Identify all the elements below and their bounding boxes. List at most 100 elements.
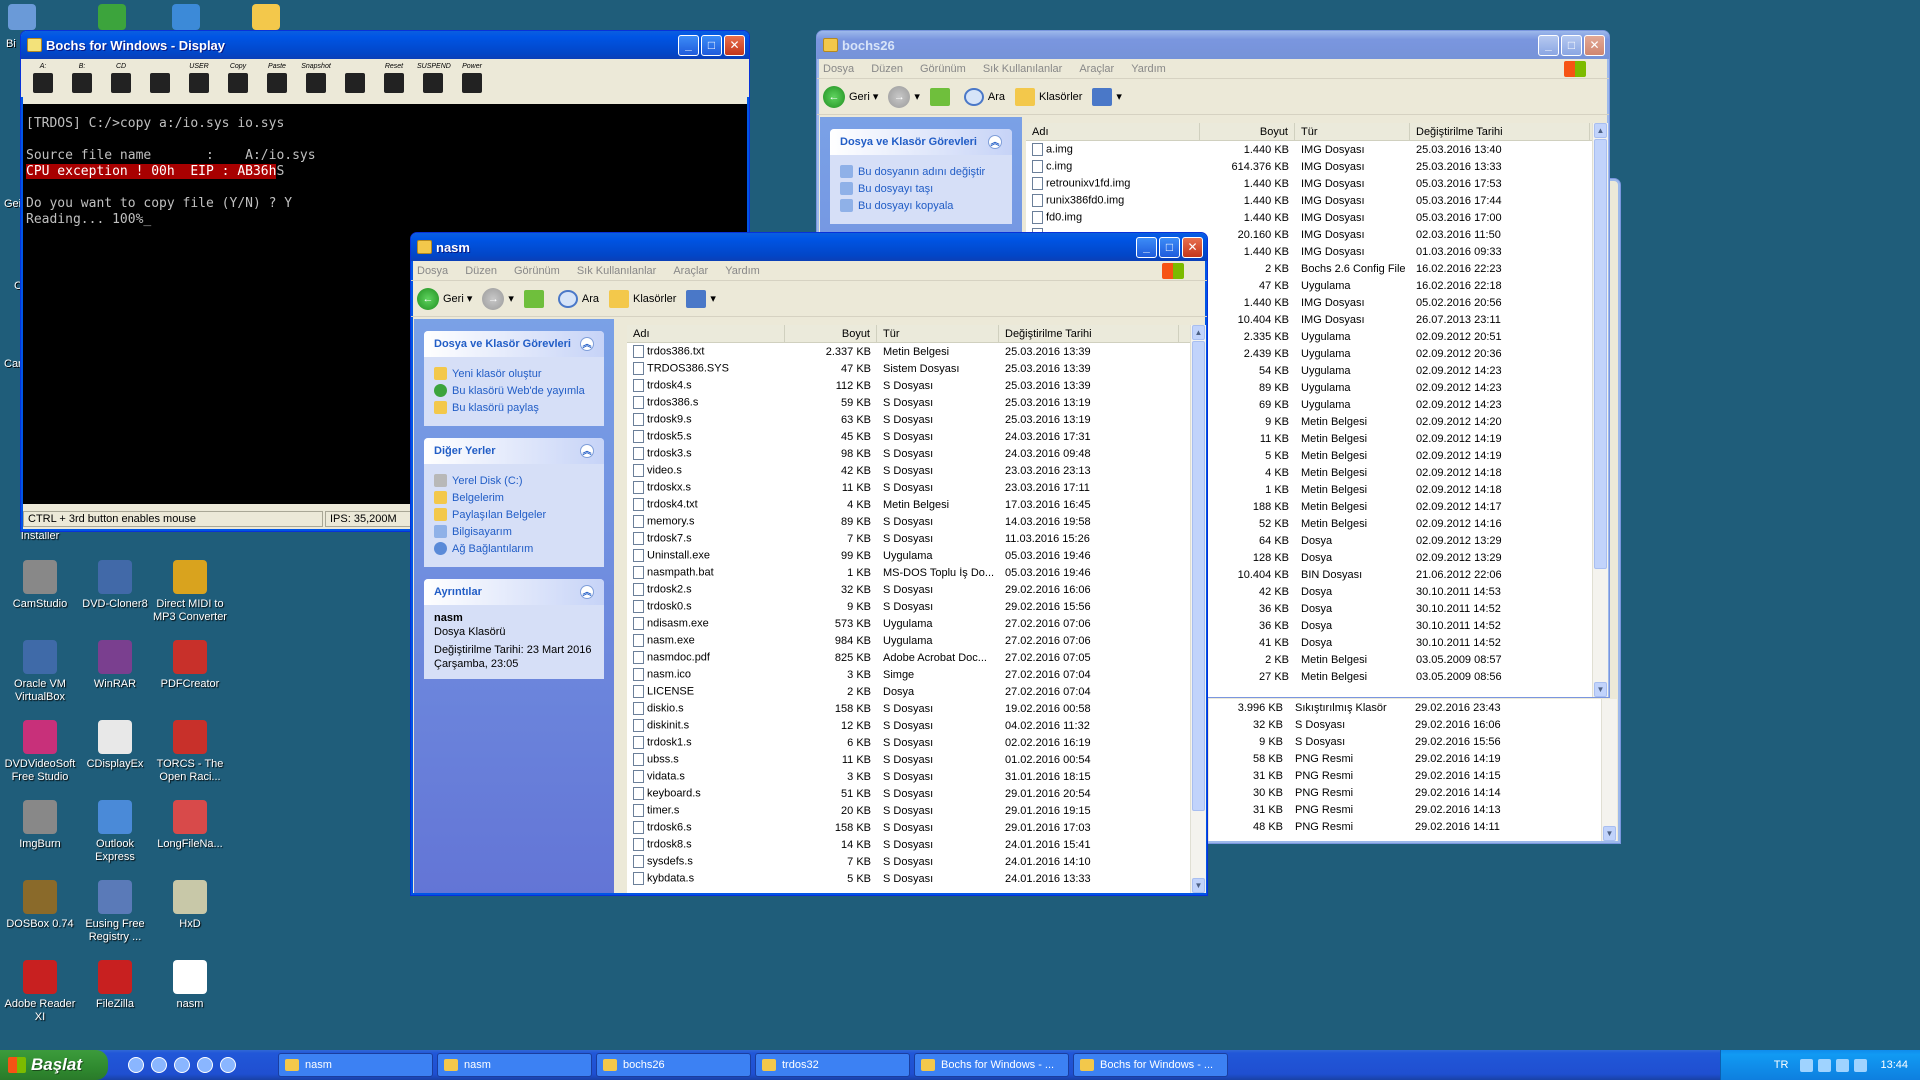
menu-yardim[interactable]: Yardım: [1131, 63, 1166, 75]
file-row[interactable]: sysdefs.s 7 KB S Dosyası 24.01.2016 14:10: [627, 853, 1206, 870]
desktop-icon[interactable]: [172, 4, 200, 30]
menu-duzen[interactable]: Düzen: [465, 265, 497, 277]
file-row[interactable]: trdos386.txt 2.337 KB Metin Belgesi 25.03.2…: [627, 343, 1206, 360]
column-type[interactable]: Tür: [877, 325, 999, 342]
back-button[interactable]: ← Geri ▾: [417, 287, 472, 310]
share-folder-link[interactable]: Bu klasörü paylaş: [434, 401, 594, 414]
menu-araclar[interactable]: Araçlar: [673, 265, 708, 277]
nasm-scrollbar[interactable]: ▲ ▼: [1190, 325, 1206, 893]
tasks-header[interactable]: Dosya ve Klasör Görevleri ︽: [424, 331, 604, 357]
file-row[interactable]: trdosk4.txt 4 KB Metin Belgesi 17.03.2016 1…: [627, 496, 1206, 513]
details-header[interactable]: Ayrıntılar ︽: [424, 579, 604, 605]
file-row[interactable]: retrounixv1fd.img 1.440 KB IMG Dosyası 05.0…: [1026, 175, 1608, 192]
file-row[interactable]: fd0.img 1.440 KB IMG Dosyası 05.03.2016 17:…: [1026, 209, 1608, 226]
bochs-toolbar-button[interactable]: Paste: [261, 63, 293, 93]
search-button[interactable]: Ara: [963, 87, 1005, 106]
desktop-icon[interactable]: [98, 4, 126, 30]
bochs-toolbar-button[interactable]: Copy: [222, 63, 254, 93]
scroll-thumb[interactable]: [1192, 341, 1205, 811]
collapse-icon[interactable]: ︽: [580, 444, 594, 458]
menu-araclar[interactable]: Araçlar: [1079, 63, 1114, 75]
start-button[interactable]: Başlat: [0, 1050, 108, 1080]
desktop-icon[interactable]: PDFCreator: [150, 640, 230, 691]
folders-button[interactable]: Klasörler: [609, 289, 676, 308]
file-row[interactable]: 32 KB S Dosyası 29.02.2016 16:06: [1209, 716, 1617, 733]
taskbar-button[interactable]: Bochs for Windows - ...: [914, 1053, 1069, 1077]
shared-documents-link[interactable]: Paylaşılan Belgeler: [434, 508, 594, 521]
collapse-icon[interactable]: ︽: [580, 337, 594, 351]
bochs-toolbar-button[interactable]: Snapshot: [300, 63, 332, 93]
file-row[interactable]: nasmpath.bat 1 KB MS-DOS Toplu İş Do... 05.…: [627, 564, 1206, 581]
desktop-icon[interactable]: [252, 4, 280, 30]
taskbar-button[interactable]: nasm: [437, 1053, 592, 1077]
file-row[interactable]: trdoskx.s 11 KB S Dosyası 23.03.2016 17:11: [627, 479, 1206, 496]
file-row[interactable]: runix386fd0.img 1.440 KB IMG Dosyası 05.03.…: [1026, 192, 1608, 209]
file-row[interactable]: memory.s 89 KB S Dosyası 14.03.2016 19:58: [627, 513, 1206, 530]
file-row[interactable]: Uninstall.exe 99 KB Uygulama 05.03.2016 19:…: [627, 547, 1206, 564]
file-row[interactable]: 48 KB PNG Resmi 29.02.2016 14:11: [1209, 818, 1617, 835]
file-row[interactable]: 58 KB PNG Resmi 29.02.2016 14:19: [1209, 750, 1617, 767]
file-row[interactable]: trdosk5.s 45 KB S Dosyası 24.03.2016 17:31: [627, 428, 1206, 445]
desktop-icon[interactable]: CamStudio: [0, 560, 80, 611]
taskbar-button[interactable]: Bochs for Windows - ...: [1073, 1053, 1228, 1077]
file-row[interactable]: 9 KB S Dosyası 29.02.2016 15:56: [1209, 733, 1617, 750]
menu-sik-kullanilanlar[interactable]: Sık Kullanılanlar: [983, 63, 1063, 75]
volume-tray-icon[interactable]: [1818, 1058, 1832, 1072]
file-row[interactable]: trdosk8.s 14 KB S Dosyası 24.01.2016 15:41: [627, 836, 1206, 853]
bochs-titlebar[interactable]: Bochs for Windows - Display _ □ ✕: [21, 31, 749, 59]
scroll-down-icon[interactable]: ▼: [1594, 682, 1607, 697]
maximize-button[interactable]: □: [701, 34, 722, 56]
bochs-toolbar-button[interactable]: Reset: [378, 63, 410, 93]
my-computer-link[interactable]: Bilgisayarım: [434, 525, 594, 538]
desktop-icon[interactable]: LongFileNa...: [150, 800, 230, 851]
desktop-icon[interactable]: WinRAR: [75, 640, 155, 691]
menu-gorunum[interactable]: Görünüm: [514, 265, 560, 277]
back-button[interactable]: ← Geri ▾: [823, 85, 878, 108]
file-row[interactable]: diskinit.s 12 KB S Dosyası 04.02.2016 11:32: [627, 717, 1206, 734]
file-row[interactable]: nasm.ico 3 KB Simge 27.02.2016 07:04: [627, 666, 1206, 683]
column-modified[interactable]: Değiştirilme Tarihi: [1410, 123, 1590, 140]
desktop-icon[interactable]: FileZilla: [75, 960, 155, 1011]
file-row[interactable]: nasmdoc.pdf 825 KB Adobe Acrobat Doc... 27.…: [627, 649, 1206, 666]
network-places-link[interactable]: Ağ Bağlantılarım: [434, 542, 594, 555]
forward-button[interactable]: → ▾: [888, 85, 920, 108]
file-row[interactable]: trdosk9.s 63 KB S Dosyası 25.03.2016 13:19: [627, 411, 1206, 428]
scroll-up-icon[interactable]: ▲: [1192, 325, 1205, 340]
desktop-icon[interactable]: DOSBox 0.74: [0, 880, 80, 931]
desktop-icon[interactable]: TORCS - The Open Raci...: [150, 720, 230, 784]
file-row[interactable]: trdosk0.s 9 KB S Dosyası 29.02.2016 15:56: [627, 598, 1206, 615]
file-row[interactable]: a.img 1.440 KB IMG Dosyası 25.03.2016 13:40: [1026, 141, 1608, 158]
nasm-titlebar[interactable]: nasm _ □ ✕: [411, 233, 1207, 261]
desktop-icon[interactable]: DVDVideoSoft Free Studio: [0, 720, 80, 784]
desktop-icon[interactable]: Eusing Free Registry ...: [75, 880, 155, 944]
bochs-toolbar-button[interactable]: [144, 63, 176, 93]
file-row[interactable]: keyboard.s 51 KB S Dosyası 29.01.2016 20:54: [627, 785, 1206, 802]
show-desktop-icon[interactable]: [174, 1057, 190, 1073]
bochs-toolbar-button[interactable]: Power: [456, 63, 488, 93]
search-button[interactable]: Ara: [557, 289, 599, 308]
desktop-icon[interactable]: [8, 4, 36, 30]
taskbar-button[interactable]: nasm: [278, 1053, 433, 1077]
file-row[interactable]: 3.996 KB Sıkıştırılmış Klasör 29.02.2016 2…: [1209, 699, 1617, 716]
file-row[interactable]: trdosk1.s 6 KB S Dosyası 02.02.2016 16:19: [627, 734, 1206, 751]
column-type[interactable]: Tür: [1295, 123, 1410, 140]
file-row[interactable]: TRDOS386.SYS 47 KB Sistem Dosyası 25.03.201…: [627, 360, 1206, 377]
move-file-link[interactable]: Bu dosyayı taşı: [840, 182, 1002, 195]
bochs-toolbar-button[interactable]: [339, 63, 371, 93]
my-documents-link[interactable]: Belgelerim: [434, 491, 594, 504]
file-row[interactable]: LICENSE 2 KB Dosya 27.02.2016 07:04: [627, 683, 1206, 700]
maximize-button[interactable]: □: [1561, 34, 1582, 56]
file-row[interactable]: 30 KB PNG Resmi 29.02.2016 14:14: [1209, 784, 1617, 801]
desktop-icon[interactable]: Oracle VM VirtualBox: [0, 640, 80, 704]
file-row[interactable]: trdosk6.s 158 KB S Dosyası 29.01.2016 17:03: [627, 819, 1206, 836]
desktop-icon[interactable]: Direct MIDI to MP3 Converter: [150, 560, 230, 624]
desktop-icon[interactable]: Outlook Express: [75, 800, 155, 864]
file-row[interactable]: trdosk7.s 7 KB S Dosyası 11.03.2016 15:26: [627, 530, 1206, 547]
column-name[interactable]: Adı: [627, 325, 785, 342]
tasks-header[interactable]: Dosya ve Klasör Görevleri ︽: [830, 129, 1012, 155]
collapse-icon[interactable]: ︽: [580, 585, 594, 599]
column-size[interactable]: Boyut: [785, 325, 877, 342]
trdos32-file-list[interactable]: 3.996 KB Sıkıştırılmış Klasör 29.02.2016 2…: [1209, 699, 1617, 841]
desktop-icon[interactable]: HxD: [150, 880, 230, 931]
file-row[interactable]: vidata.s 3 KB S Dosyası 31.01.2016 18:15: [627, 768, 1206, 785]
